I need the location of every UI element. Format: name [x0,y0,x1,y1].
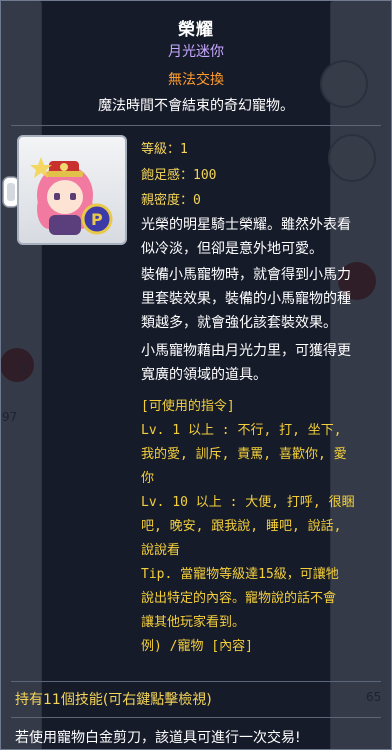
command-header: [可使用的指令] [141,399,235,414]
pet-closeness: 親密度：0 [141,193,201,208]
svg-text:P: P [91,210,103,229]
pet-type: 月光迷你 [168,44,224,60]
trade-status: 無法交換 [168,72,224,88]
pet-tooltip: 榮耀 月光迷你 無法交換 魔法時間不會結束的奇幻寵物。 P 等級：1 飽足感：1… [0,0,392,750]
tip-line: 讓其他玩家看到。 [141,615,246,630]
command-line: 我的愛, 訓斥, 責罵, 喜歡你, 愛 [141,447,347,462]
moonlight-line: 寬廣的領域的道具。 [141,367,267,383]
lore-line: 似冷淡，但卻是意外地可愛。 [141,241,323,257]
scissors-note: 若使用寵物白金剪刀，該道具可進行一次交易! [15,730,301,746]
command-line: Lv. 10 以上 : 大便, 打呼, 很睏 [141,495,355,510]
pet-portrait: P [17,135,127,245]
pet-description: 魔法時間不會結束的奇幻寵物。 [98,98,294,114]
pet-name: 榮耀 [178,20,214,40]
skills-count[interactable]: 持有11個技能(可右鍵點擊檢視) [15,689,212,709]
set-effect-line: 裝備小馬寵物時，就會得到小馬力 [141,267,351,283]
divider [11,125,381,126]
pet-sprite-icon: P [30,157,113,235]
moonlight-line: 小馬寵物藉由月光力里，可獲得更 [141,343,351,359]
command-line: 說說看 [141,543,181,558]
command-line: 吧, 晚安, 跟我說, 睡吧, 說話, [141,519,342,534]
tip-line: 說出特定的內容。寵物說的話不會 [141,591,337,606]
set-effect-line: 類越多，就會強化該套裝效果。 [141,315,337,331]
pet-fullness: 飽足感：100 [141,168,217,183]
divider [11,681,381,682]
set-effect-line: 里套裝效果，裝備的小馬寵物的種 [141,291,351,307]
moonlight-paragraph: 小馬寵物藉由月光力里，可獲得更 寬廣的領域的道具。 [141,339,392,387]
pet-level: 等級：1 [141,142,188,157]
command-section: [可使用的指令] Lv. 1 以上 : 不行, 打, 坐下, 我的愛, 訓斥, … [141,395,392,659]
example-line: 例) /寵物 [內容] [141,639,253,654]
set-effect-paragraph: 裝備小馬寵物時，就會得到小馬力 里套裝效果，裝備的小馬寵物的種 類越多，就會強化… [141,263,392,335]
command-line: Lv. 1 以上 : 不行, 打, 坐下, [141,423,342,438]
command-line: 你 [141,471,155,486]
tip-line: Tip. 當寵物等級達15級，可讓牠 [141,567,339,582]
divider [11,717,381,718]
lore-paragraph: 光榮的明星騎士榮耀。雖然外表看 似冷淡，但卻是意外地可愛。 [141,213,392,261]
lore-line: 光榮的明星騎士榮耀。雖然外表看 [141,217,351,233]
